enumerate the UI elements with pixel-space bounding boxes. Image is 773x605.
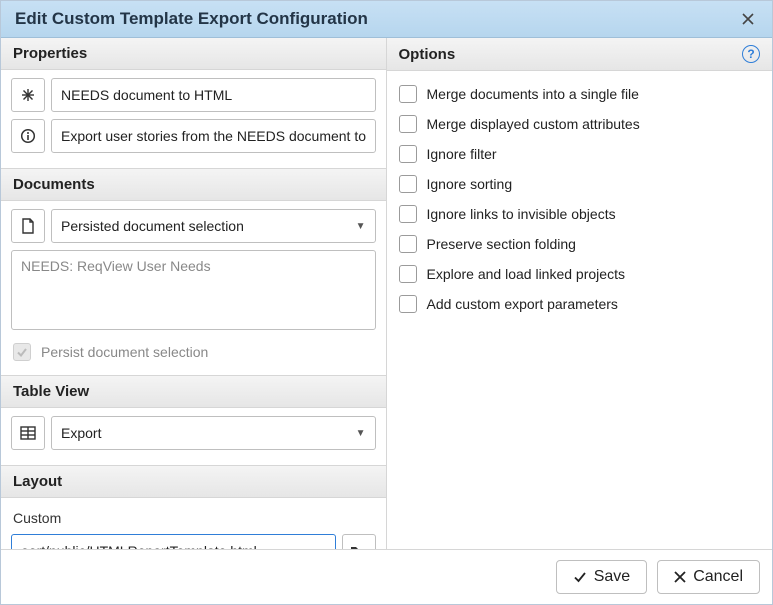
document-icon — [21, 218, 35, 234]
cancel-button-label: Cancel — [693, 568, 743, 586]
options-header: Options ? — [387, 38, 773, 71]
option-label: Ignore filter — [427, 146, 497, 162]
option-label: Merge displayed custom attributes — [427, 116, 640, 132]
options-body: Merge documents into a single file Merge … — [387, 71, 773, 327]
layout-type-label: Custom — [11, 506, 376, 534]
dialog-title: Edit Custom Template Export Configuratio… — [15, 9, 368, 29]
properties-header-label: Properties — [13, 45, 87, 62]
help-button[interactable]: ? — [742, 45, 760, 63]
chevron-down-icon: ▼ — [356, 428, 366, 439]
option-label: Merge documents into a single file — [427, 86, 639, 102]
options-header-label: Options — [399, 46, 456, 63]
option-row: Merge documents into a single file — [397, 79, 763, 109]
option-checkbox[interactable] — [399, 115, 417, 133]
properties-header: Properties — [1, 38, 386, 70]
option-checkbox[interactable] — [399, 295, 417, 313]
asterisk-icon — [21, 88, 35, 102]
layout-path-input[interactable] — [11, 534, 336, 549]
option-label: Explore and load linked projects — [427, 266, 625, 282]
left-column: Properties Documents — [1, 38, 387, 549]
check-icon — [16, 346, 28, 358]
cancel-button[interactable]: Cancel — [657, 560, 760, 594]
option-row: Ignore filter — [397, 139, 763, 169]
option-row: Preserve section folding — [397, 229, 763, 259]
option-row: Merge displayed custom attributes — [397, 109, 763, 139]
document-selection-mode-select[interactable]: Persisted document selection ▼ — [51, 209, 376, 243]
close-button[interactable] — [738, 9, 758, 29]
option-checkbox[interactable] — [399, 265, 417, 283]
documents-header-label: Documents — [13, 176, 95, 193]
properties-body — [1, 70, 386, 168]
table-view-select[interactable]: Export ▼ — [51, 416, 376, 450]
option-row: Explore and load linked projects — [397, 259, 763, 289]
option-checkbox[interactable] — [399, 85, 417, 103]
documents-body: Persisted document selection ▼ NEEDS: Re… — [1, 201, 386, 375]
save-button-label: Save — [594, 568, 630, 586]
info-icon — [20, 128, 36, 144]
name-prefix-icon-box — [11, 78, 45, 112]
option-checkbox[interactable] — [399, 235, 417, 253]
table-icon — [20, 426, 36, 440]
document-icon-box — [11, 209, 45, 243]
option-row: Add custom export parameters — [397, 289, 763, 319]
table-view-header-label: Table View — [13, 383, 89, 400]
check-icon — [573, 570, 587, 584]
persist-selection-row: Persist document selection — [11, 337, 376, 367]
documents-header: Documents — [1, 168, 386, 201]
option-checkbox[interactable] — [399, 145, 417, 163]
persist-selection-checkbox — [13, 343, 31, 361]
close-icon — [741, 12, 755, 26]
option-row: Ignore links to invisible objects — [397, 199, 763, 229]
table-icon-box — [11, 416, 45, 450]
table-view-value: Export — [61, 425, 101, 441]
description-prefix-icon-box — [11, 119, 45, 153]
help-icon: ? — [747, 47, 754, 61]
persist-selection-label: Persist document selection — [41, 344, 208, 360]
close-icon — [674, 571, 686, 583]
documents-list[interactable]: NEEDS: ReqView User Needs — [11, 250, 376, 330]
name-input[interactable] — [51, 78, 376, 112]
document-selection-mode-value: Persisted document selection — [61, 218, 244, 234]
save-button[interactable]: Save — [556, 560, 647, 594]
option-checkbox[interactable] — [399, 175, 417, 193]
option-label: Preserve section folding — [427, 236, 576, 252]
chevron-down-icon: ▼ — [356, 221, 366, 232]
footer: Save Cancel — [1, 549, 772, 604]
browse-button[interactable] — [342, 534, 376, 549]
right-column: Options ? Merge documents into a single … — [387, 38, 773, 549]
table-view-header: Table View — [1, 375, 386, 408]
layout-header-label: Layout — [13, 473, 62, 490]
option-row: Ignore sorting — [397, 169, 763, 199]
option-checkbox[interactable] — [399, 205, 417, 223]
option-label: Ignore sorting — [427, 176, 513, 192]
option-label: Add custom export parameters — [427, 296, 618, 312]
option-label: Ignore links to invisible objects — [427, 206, 616, 222]
titlebar: Edit Custom Template Export Configuratio… — [1, 1, 772, 38]
description-input[interactable] — [51, 119, 376, 153]
dialog: Edit Custom Template Export Configuratio… — [0, 0, 773, 605]
dialog-body: Properties Documents — [1, 38, 772, 549]
layout-body: Custom — [1, 498, 386, 549]
layout-header: Layout — [1, 465, 386, 498]
table-view-body: Export ▼ — [1, 408, 386, 465]
